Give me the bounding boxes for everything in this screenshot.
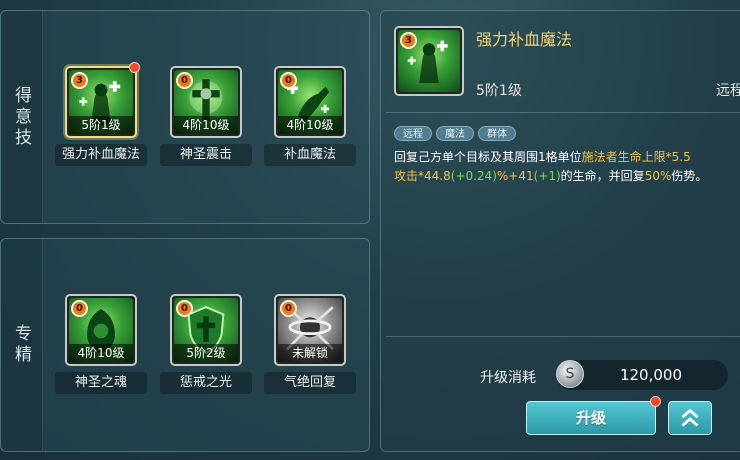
desc-text: 的生命，并回复	[560, 169, 645, 183]
skill-description: 回复己方单个目标及其周围1格单位施法者生命上限*5.5 攻击*44.8(+0.2…	[394, 148, 740, 186]
skill-level-label: 4阶10级	[174, 116, 238, 134]
desc-line-2: 攻击*44.8(+0.24)%+41(+1)的生命，并回复50%伤势。	[394, 167, 740, 186]
skill-tags: 远程 魔法 群体	[394, 126, 516, 141]
desc-bonus: (+0.24)	[450, 169, 497, 183]
desc-bonus: (+1)	[533, 169, 561, 183]
skill-slot-holy-soul[interactable]: 0 4阶10级 神圣之魂	[53, 294, 149, 394]
tag-magic: 魔法	[436, 126, 474, 141]
skill-name-label: 神圣震击	[160, 144, 252, 166]
mastery-title: 专精	[11, 324, 31, 366]
rank-badge: 0	[280, 300, 297, 317]
skill-icon-frame[interactable]: 0 4阶10级	[170, 66, 242, 138]
desc-highlight: 攻击*44.8	[394, 169, 451, 183]
skill-name-label: 补血魔法	[264, 144, 356, 166]
upgrade-button[interactable]: 升级	[526, 401, 656, 435]
detail-divider	[386, 112, 740, 113]
specialty-title: 得意技	[11, 85, 31, 149]
detail-skill-icon-frame: 3	[394, 26, 464, 96]
skill-name-label: 神圣之魂	[55, 372, 147, 394]
notice-dot	[650, 396, 661, 407]
tag-range: 远程	[394, 126, 432, 141]
skill-icon-frame[interactable]: 0 5阶2级	[170, 294, 242, 366]
upgrade-cost-label: 升级消耗	[480, 370, 536, 386]
skill-level-label: 4阶10级	[69, 344, 133, 362]
desc-text: 回复己方单个目标及其周围1格单位	[394, 150, 582, 164]
skill-slot-revive[interactable]: 0 未解锁 气绝回复	[262, 294, 358, 394]
skill-name-label: 强力补血魔法	[55, 144, 147, 166]
skill-icon-frame[interactable]: 3 5阶1级	[65, 66, 137, 138]
skill-level-label: 5阶2级	[174, 344, 238, 362]
skill-icon-frame[interactable]: 0 4阶10级	[274, 66, 346, 138]
skill-name-label: 惩戒之光	[160, 372, 252, 394]
rank-badge: 3	[400, 32, 417, 49]
desc-highlight: 施法者生命上限*5.5	[581, 150, 691, 164]
notice-dot	[129, 62, 140, 73]
desc-highlight: %+41	[496, 169, 534, 183]
specialty-side-tab: 得意技	[1, 11, 43, 223]
skill-slot-heal[interactable]: 0 4阶10级 补血魔法	[262, 66, 358, 166]
tag-group: 群体	[478, 126, 516, 141]
skill-name-label: 气绝回复	[264, 372, 356, 394]
detail-skill-title: 强力补血魔法	[476, 30, 573, 49]
desc-highlight: 50%	[644, 169, 672, 183]
desc-line-1: 回复己方单个目标及其周围1格单位施法者生命上限*5.5	[394, 148, 740, 167]
skill-level-label: 未解锁	[278, 344, 342, 362]
desc-text: 伤势。	[671, 169, 708, 183]
detail-skill-range: 远程	[716, 83, 740, 99]
double-chevron-up-icon	[681, 408, 699, 427]
skill-slot-punish-light[interactable]: 0 5阶2级 惩戒之光	[158, 294, 254, 394]
skill-icon-frame[interactable]: 0 4阶10级	[65, 294, 137, 366]
skill-level-label: 4阶10级	[278, 116, 342, 134]
rank-badge: 0	[280, 72, 297, 89]
detail-skill-level: 5阶1级	[476, 83, 522, 99]
upgrade-cost-value: 120,000	[619, 366, 682, 384]
skill-level-label: 5阶1级	[69, 116, 133, 134]
rank-badge: 0	[176, 72, 193, 89]
rank-badge: 3	[71, 72, 88, 89]
mastery-side-tab: 专精	[1, 239, 43, 451]
skill-slot-strong-heal[interactable]: 3 5阶1级 强力补血魔法	[53, 66, 149, 166]
rank-badge: 0	[176, 300, 193, 317]
rank-badge: 0	[71, 300, 88, 317]
skill-icon-frame[interactable]: 0 未解锁	[274, 294, 346, 366]
skill-slot-holy-shock[interactable]: 0 4阶10级 神圣震击	[158, 66, 254, 166]
quick-upgrade-button[interactable]	[668, 401, 712, 435]
upgrade-cost-bar: S 120,000	[556, 360, 728, 390]
panel-divider	[386, 336, 740, 337]
